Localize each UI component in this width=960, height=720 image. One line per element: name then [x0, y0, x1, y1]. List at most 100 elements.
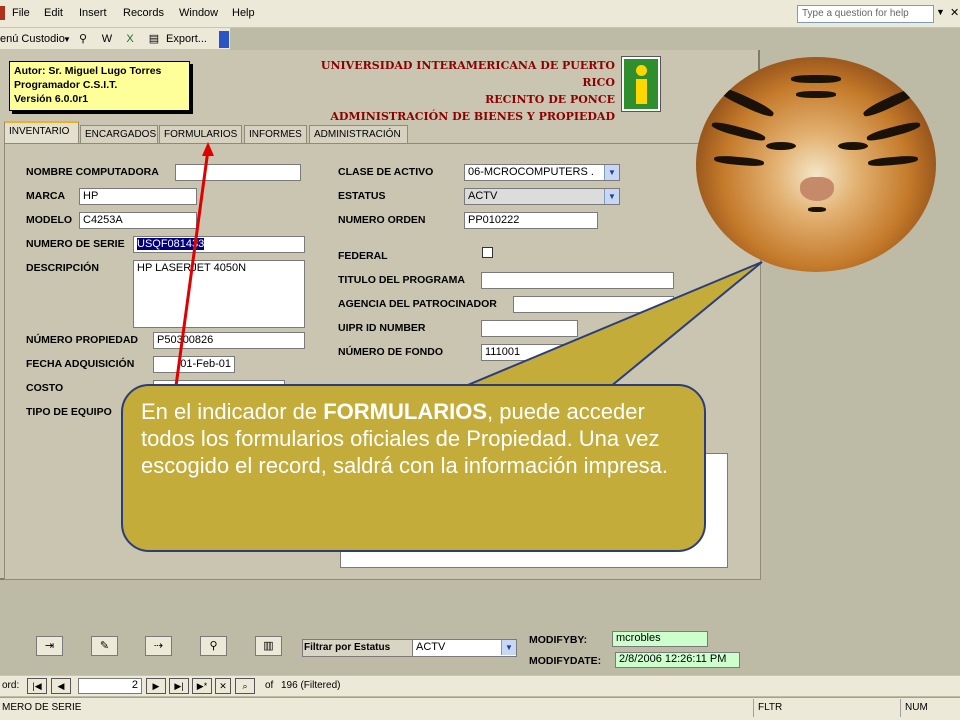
modelo-field[interactable]: C4253A	[79, 212, 197, 229]
numero-fondo-field[interactable]: 111001	[481, 344, 578, 361]
numero-orden-label: NUMERO ORDEN	[338, 214, 426, 226]
author-name: Autor: Sr. Miguel Lugo Torres	[14, 65, 162, 77]
record-of-text: of	[265, 680, 274, 691]
record-total: 196 (Filtered)	[281, 680, 341, 691]
menu-insert[interactable]: Insert	[79, 7, 107, 19]
callout-text-pre: En el indicador de	[141, 399, 324, 424]
menu-help[interactable]: Help	[232, 7, 255, 19]
document-icon[interactable]: ▤	[147, 32, 161, 46]
federal-checkbox[interactable]	[482, 247, 493, 258]
titulo-programa-field[interactable]	[481, 272, 674, 289]
descripcion-field[interactable]: HP LASERJET 4050N	[133, 260, 305, 328]
binoculars-icon[interactable]: ⚲	[200, 636, 227, 656]
chevron-down-icon[interactable]: ▼	[501, 640, 516, 655]
clase-activo-select[interactable]: 06-MCROCOMPUTERS . ▼	[464, 164, 620, 181]
campus-name: RECINTO DE PONCE	[485, 93, 615, 106]
filter-status-value: ACTV	[416, 641, 446, 653]
binoculars-icon[interactable]: ⚲	[76, 32, 90, 46]
department-name: ADMINISTRACIÓN DE BIENES Y PROPIEDAD	[330, 110, 615, 123]
tab-informes[interactable]: INFORMES	[244, 125, 307, 143]
titulo-programa-label: TITULO DEL PROGRAMA	[338, 274, 465, 286]
numero-serie-field[interactable]: USQF081433	[133, 236, 305, 253]
status-bar	[0, 697, 960, 720]
estatus-value: ACTV	[468, 190, 498, 202]
menu-window[interactable]: Window	[179, 7, 218, 19]
status-num: NUM	[900, 699, 940, 717]
university-logo	[621, 56, 661, 112]
filter-status-select[interactable]: ACTV ▼	[412, 639, 517, 657]
numero-propiedad-label: NÚMERO PROPIEDAD	[26, 334, 139, 346]
university-header: UNIVERSIDAD INTERAMERICANA DE PUERTO RIC…	[300, 57, 615, 125]
numero-fondo-label: NÚMERO DE FONDO	[338, 346, 443, 358]
help-search-input[interactable]: Type a question for help	[797, 5, 934, 23]
callout-bubble: En el indicador de FORMULARIOS, puede ac…	[121, 384, 706, 552]
tiger-image	[696, 57, 936, 272]
chevron-down-icon[interactable]: ▼	[604, 189, 619, 204]
toolbar-options-icon[interactable]	[219, 31, 229, 48]
menu-records[interactable]: Records	[123, 7, 164, 19]
marca-field[interactable]: HP	[79, 188, 197, 205]
federal-label: FEDERAL	[338, 250, 388, 262]
chevron-down-icon[interactable]: ▼	[63, 35, 71, 44]
filter-icon[interactable]: ⌕	[235, 678, 255, 694]
chevron-down-icon[interactable]: ▼	[604, 165, 619, 180]
modelo-label: MODELO	[26, 214, 73, 226]
app-icon[interactable]	[0, 6, 5, 20]
record-navigator	[0, 675, 960, 696]
first-record-icon[interactable]: |◀	[27, 678, 47, 694]
tipo-equipo-label: TIPO DE EQUIPO	[26, 406, 112, 418]
new-record-icon[interactable]: ▶*	[192, 678, 212, 694]
numero-propiedad-field[interactable]: P50300826	[153, 332, 305, 349]
agencia-label: AGENCIA DEL PATROCINADOR	[338, 298, 497, 310]
excel-icon[interactable]: X	[123, 32, 137, 46]
tab-inventario[interactable]: INVENTARIO	[4, 121, 79, 143]
author-info-box: Autor: Sr. Miguel Lugo Torres Programado…	[9, 61, 190, 111]
delete-record-icon[interactable]: ✕	[215, 678, 231, 694]
close-icon[interactable]: ✕	[950, 6, 959, 19]
modifyby-label: MODIFYBY:	[529, 634, 588, 646]
estatus-label: ESTATUS	[338, 190, 386, 202]
modifydate-field: 2/8/2006 12:26:11 PM	[615, 652, 740, 668]
next-record-icon[interactable]: ▶	[146, 678, 166, 694]
callout-highlight: FORMULARIOS	[323, 399, 487, 424]
numero-serie-label: NUMERO DE SERIE	[26, 238, 125, 250]
uipr-id-field[interactable]	[481, 320, 578, 337]
descripcion-label: DESCRIPCIÓN	[26, 262, 99, 274]
modifydate-label: MODIFYDATE:	[529, 655, 602, 667]
filter-status-label: Filtrar por Estatus	[304, 642, 391, 653]
tab-formularios[interactable]: FORMULARIOS	[159, 125, 242, 143]
university-name: UNIVERSIDAD INTERAMERICANA DE PUERTO RIC…	[320, 59, 615, 89]
tab-administracion[interactable]: ADMINISTRACIÓN	[309, 125, 408, 143]
chevron-down-icon[interactable]: ▼	[936, 7, 945, 17]
fecha-adquisicion-field[interactable]: 01-Feb-01	[153, 356, 235, 373]
numero-orden-field[interactable]: PP010222	[464, 212, 598, 229]
toolbar: enú Custodio ▼ ⚲ W X ▤ Export...	[0, 28, 230, 50]
nombre-computadora-label: NOMBRE COMPUTADORA	[26, 166, 159, 178]
menu-custodio-dropdown[interactable]: enú Custodio	[0, 33, 65, 45]
current-record-input[interactable]: 2	[78, 678, 142, 694]
status-field-name: MERO DE SERIE	[2, 702, 82, 713]
agencia-field[interactable]	[513, 296, 674, 313]
costo-label: COSTO	[26, 382, 64, 394]
exit-icon[interactable]: ⇥	[36, 636, 63, 656]
prev-record-icon[interactable]: ◀	[51, 678, 71, 694]
word-icon[interactable]: W	[100, 32, 114, 46]
clase-activo-label: CLASE DE ACTIVO	[338, 166, 434, 178]
menu-edit[interactable]: Edit	[44, 7, 63, 19]
book-icon[interactable]: ▥	[255, 636, 282, 656]
status-fltr: FLTR	[753, 699, 793, 717]
numero-serie-value: USQF081433	[137, 238, 205, 250]
estatus-select[interactable]: ACTV ▼	[464, 188, 620, 205]
edit-record-icon[interactable]: ✎	[91, 636, 118, 656]
record-label: ord:	[2, 680, 20, 691]
app-version: Versión 6.0.0r1	[14, 93, 89, 105]
menu-file[interactable]: File	[12, 7, 30, 19]
menu-bar: File Edit Insert Records Window Help Typ…	[0, 0, 960, 28]
tab-encargados[interactable]: ENCARGADOS	[80, 125, 158, 143]
nombre-computadora-field[interactable]	[175, 164, 301, 181]
export-button[interactable]: Export...	[166, 33, 207, 45]
goto-icon[interactable]: ⇢	[145, 636, 172, 656]
last-record-icon[interactable]: ▶|	[169, 678, 189, 694]
author-role: Programador C.S.I.T.	[14, 79, 118, 91]
modifyby-field: mcrobles	[612, 631, 708, 647]
